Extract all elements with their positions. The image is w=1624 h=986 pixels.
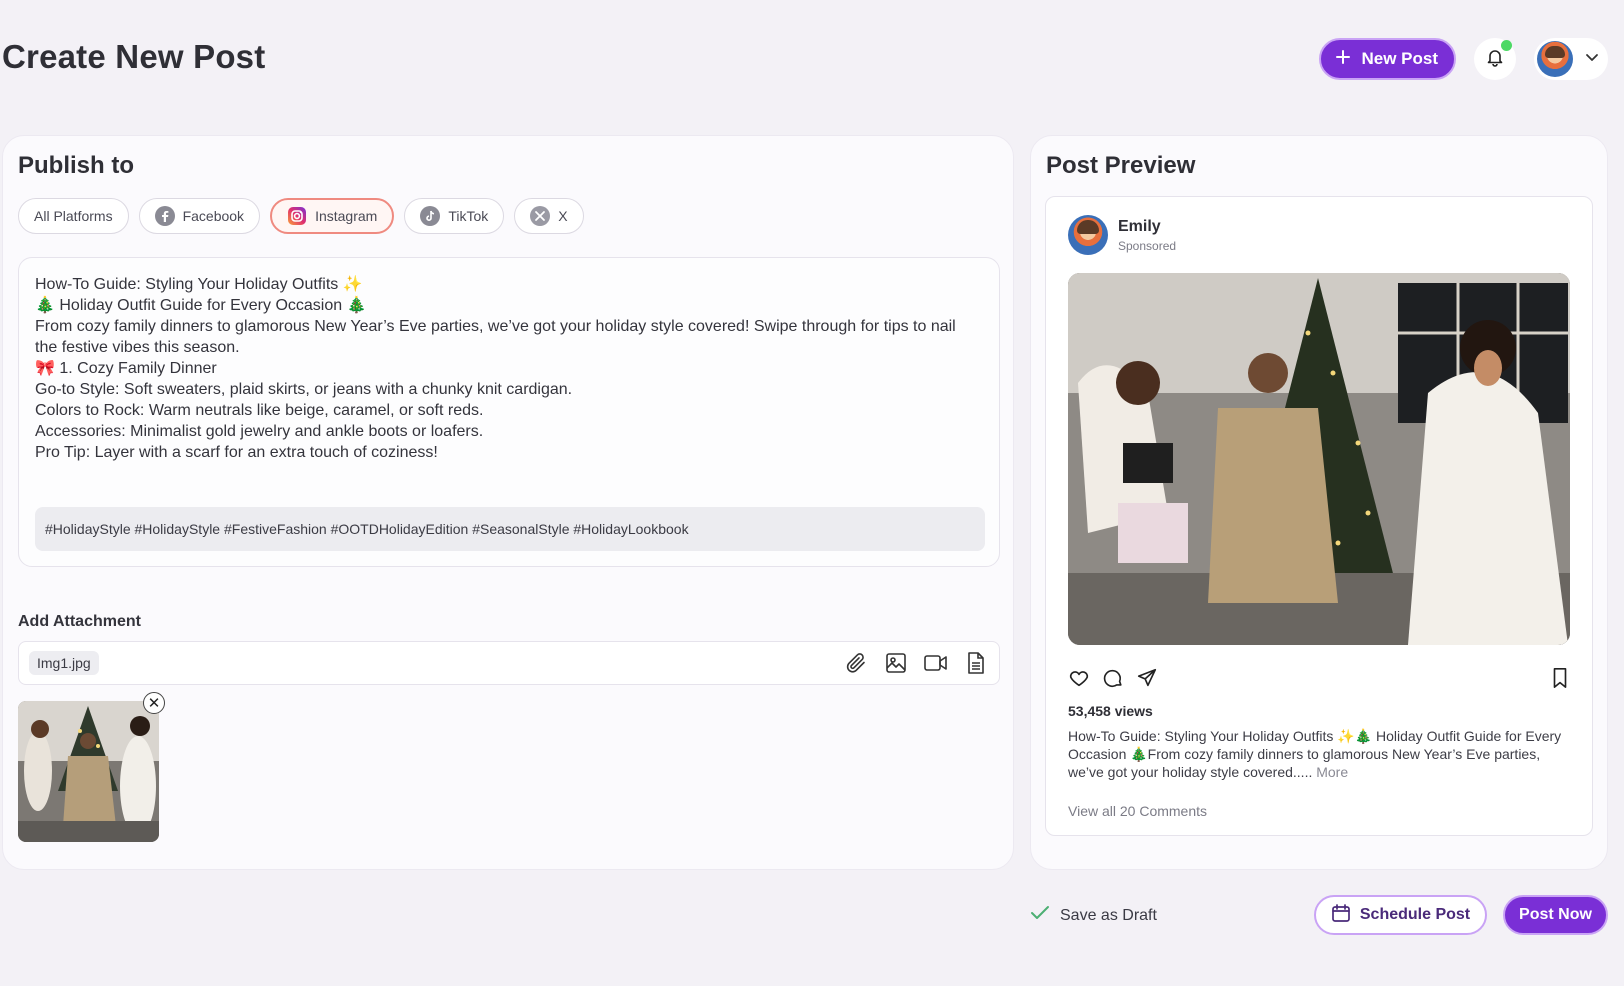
avatar [1537, 41, 1573, 77]
preview-actions [1068, 667, 1570, 691]
share-icon[interactable] [1136, 667, 1158, 694]
page-title: Create New Post [2, 38, 266, 75]
caption-text: How-To Guide: Styling Your Holiday Outfi… [1068, 728, 1562, 780]
preview-panel: Post Preview Emily Sponsored 53,458 view… [1030, 135, 1608, 870]
attached-file-name: Img1.jpg [29, 651, 99, 675]
platform-label: All Platforms [34, 208, 113, 224]
x-icon [530, 206, 551, 226]
attachment-bar: Img1.jpg [18, 641, 1000, 685]
bookmark-icon[interactable] [1550, 668, 1570, 693]
platform-label: X [558, 208, 568, 224]
post-line: From cozy family dinners to glamorous Ne… [35, 318, 961, 356]
remove-attachment-button[interactable]: ✕ [143, 692, 165, 714]
check-icon [1030, 905, 1050, 926]
post-line: 🎀 1. Cozy Family Dinner [35, 360, 217, 377]
platform-selector: All Platforms Facebook Instagram TikTok … [18, 198, 584, 234]
view-comments-link[interactable]: View all 20 Comments [1068, 803, 1207, 819]
comment-icon[interactable] [1102, 667, 1124, 694]
post-body[interactable]: How-To Guide: Styling Your Holiday Outfi… [35, 274, 975, 463]
save-draft-button[interactable]: Save as Draft [1030, 905, 1157, 926]
preview-image [1068, 273, 1570, 645]
preview-header: Emily Sponsored [1068, 215, 1176, 255]
post-editor[interactable]: How-To Guide: Styling Your Holiday Outfi… [18, 257, 1000, 567]
preview-user-name: Emily [1118, 217, 1161, 235]
platform-chip-instagram[interactable]: Instagram [270, 198, 395, 234]
post-line: Colors to Rock: Warm neutrals like beige… [35, 402, 484, 419]
post-line: Go-to Style: Soft sweaters, plaid skirts… [35, 381, 573, 398]
schedule-label: Schedule Post [1359, 906, 1471, 923]
image-icon[interactable] [883, 650, 909, 676]
bell-icon [1485, 47, 1505, 72]
post-preview-card: Emily Sponsored 53,458 views How-To Guid… [1045, 196, 1593, 836]
platform-chip-facebook[interactable]: Facebook [138, 198, 261, 234]
chevron-down-icon [1585, 50, 1599, 69]
attachment-photo [18, 701, 159, 842]
preview-photo [1068, 273, 1570, 645]
post-now-label: Post Now [1519, 906, 1592, 923]
post-now-button[interactable]: Post Now [1503, 895, 1608, 935]
post-line: Accessories: Minimalist gold jewelry and… [35, 423, 484, 440]
notifications-button[interactable] [1474, 38, 1516, 80]
notification-dot [1501, 40, 1512, 51]
post-line: 🎄 Holiday Outfit Guide for Every Occasio… [35, 297, 367, 314]
preview-caption: How-To Guide: Styling Your Holiday Outfi… [1068, 727, 1568, 781]
post-line: How-To Guide: Styling Your Holiday Outfi… [35, 276, 363, 293]
attachment-actions [843, 650, 989, 676]
new-post-label: New Post [1361, 49, 1438, 68]
post-line: Pro Tip: Layer with a scarf for an extra… [35, 444, 438, 461]
instagram-icon [287, 206, 307, 226]
platform-label: TikTok [448, 208, 489, 224]
platform-label: Facebook [182, 208, 245, 224]
hashtags-field[interactable]: #HolidayStyle #HolidayStyle #FestiveFash… [35, 507, 985, 551]
more-link[interactable]: More [1316, 764, 1348, 780]
publish-title: Publish to [18, 152, 134, 179]
draft-label: Save as Draft [1060, 906, 1157, 924]
schedule-post-button[interactable]: Schedule Post [1314, 895, 1487, 935]
close-icon: ✕ [147, 695, 161, 712]
platform-label: Instagram [315, 208, 378, 224]
document-icon[interactable] [963, 650, 989, 676]
plus-icon [1335, 49, 1351, 70]
paperclip-icon[interactable] [843, 650, 869, 676]
avatar [1068, 215, 1108, 255]
heart-icon[interactable] [1068, 667, 1090, 694]
calendar-icon [1331, 903, 1351, 928]
profile-menu[interactable] [1534, 38, 1608, 80]
top-actions: New Post [1319, 38, 1608, 80]
new-post-button[interactable]: New Post [1319, 38, 1456, 80]
publish-panel: Publish to All Platforms Facebook Instag… [2, 135, 1014, 870]
platform-chip-tiktok[interactable]: TikTok [404, 198, 505, 234]
video-icon[interactable] [923, 650, 949, 676]
facebook-icon [154, 206, 175, 226]
platform-chip-all[interactable]: All Platforms [18, 198, 129, 234]
platform-chip-x[interactable]: X [514, 198, 584, 234]
sponsored-label: Sponsored [1118, 238, 1177, 253]
views-count: 53,458 views [1068, 703, 1153, 719]
attachment-label: Add Attachment [18, 613, 141, 630]
attachment-thumbnail[interactable] [18, 701, 159, 842]
tiktok-icon [420, 206, 441, 226]
preview-title: Post Preview [1046, 152, 1196, 179]
